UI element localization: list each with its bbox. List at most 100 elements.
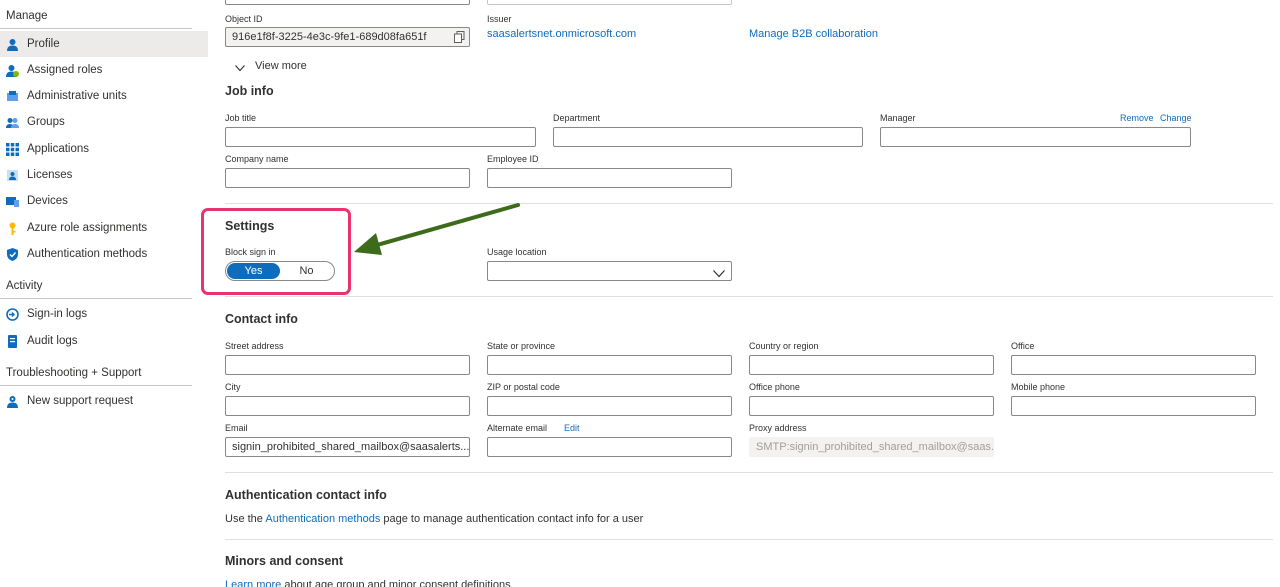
department-label: Department bbox=[553, 113, 601, 123]
divider bbox=[0, 28, 192, 29]
sidebar-item-licenses[interactable]: Licenses bbox=[0, 162, 208, 188]
sidebar: Manage Profile Assigned roles Administra… bbox=[0, 0, 208, 587]
manager-input[interactable] bbox=[880, 127, 1191, 147]
office-input[interactable] bbox=[1011, 355, 1256, 375]
sidebar-item-label: Devices bbox=[27, 195, 68, 207]
key-icon bbox=[6, 222, 19, 235]
zip-input[interactable] bbox=[487, 396, 732, 416]
proxy-address-field: SMTP:signin_prohibited_shared_mailbox@sa… bbox=[749, 437, 994, 457]
manage-b2b-link[interactable]: Manage B2B collaboration bbox=[749, 28, 878, 40]
auth-contact-text-post: page to manage authentication contact in… bbox=[383, 513, 644, 525]
street-address-label: Street address bbox=[225, 341, 284, 351]
job-info-heading: Job info bbox=[225, 84, 274, 98]
mobile-phone-input[interactable] bbox=[1011, 396, 1256, 416]
street-address-input[interactable] bbox=[225, 355, 470, 375]
sidebar-item-administrative-units[interactable]: Administrative units bbox=[0, 83, 208, 109]
roles-icon bbox=[6, 64, 19, 77]
divider bbox=[225, 296, 1273, 297]
divider bbox=[225, 539, 1273, 540]
copy-icon[interactable] bbox=[454, 31, 465, 46]
sidebar-item-assigned-roles[interactable]: Assigned roles bbox=[0, 57, 208, 83]
sidebar-item-azure-role-assignments[interactable]: Azure role assignments bbox=[0, 215, 208, 241]
sidebar-item-profile[interactable]: Profile bbox=[0, 31, 208, 57]
audit-logs-icon bbox=[6, 334, 19, 348]
license-icon bbox=[6, 169, 19, 182]
sidebar-item-label: Authentication methods bbox=[27, 248, 148, 260]
section-title-activity: Activity bbox=[6, 280, 43, 292]
manager-remove-link[interactable]: Remove bbox=[1120, 113, 1154, 123]
cut-off-field[interactable] bbox=[225, 0, 470, 5]
sidebar-item-label: Applications bbox=[27, 143, 90, 155]
state-input[interactable] bbox=[487, 355, 732, 375]
proxy-address-value: SMTP:signin_prohibited_shared_mailbox@sa… bbox=[756, 441, 994, 453]
email-field[interactable]: signin_prohibited_shared_mailbox@saasale… bbox=[225, 437, 470, 457]
sidebar-item-label: New support request bbox=[27, 395, 134, 407]
chevron-down-icon[interactable] bbox=[235, 61, 245, 75]
sidebar-item-label: Assigned roles bbox=[27, 64, 103, 76]
apps-grid-icon bbox=[6, 142, 19, 156]
minors-heading: Minors and consent bbox=[225, 554, 344, 568]
object-id-field[interactable]: 916e1f8f-3225-4e3c-9fe1-689d08fa651f bbox=[225, 27, 470, 47]
auth-contact-text: Use the Authentication methods page to m… bbox=[225, 513, 643, 525]
authentication-methods-link[interactable]: Authentication methods bbox=[265, 513, 380, 525]
city-input[interactable] bbox=[225, 396, 470, 416]
sidebar-item-label: Profile bbox=[27, 38, 60, 50]
sidebar-item-label: Sign-in logs bbox=[27, 308, 88, 320]
department-input[interactable] bbox=[553, 127, 863, 147]
sidebar-item-groups[interactable]: Groups bbox=[0, 109, 208, 135]
sidebar-item-audit-logs[interactable]: Audit logs bbox=[0, 328, 208, 354]
sidebar-item-label: Licenses bbox=[27, 169, 73, 181]
minors-text: Learn more about age group and minor con… bbox=[225, 579, 511, 587]
sidebar-item-devices[interactable]: Devices bbox=[0, 188, 208, 214]
job-title-label: Job title bbox=[225, 113, 257, 123]
alternate-email-input[interactable] bbox=[487, 437, 732, 457]
office-phone-input[interactable] bbox=[749, 396, 994, 416]
employee-id-label: Employee ID bbox=[487, 154, 539, 164]
sidebar-item-new-support-request[interactable]: New support request bbox=[0, 388, 208, 414]
divider bbox=[0, 298, 192, 299]
learn-more-link[interactable]: Learn more bbox=[225, 579, 281, 587]
employee-id-input[interactable] bbox=[487, 168, 732, 188]
view-more-button[interactable]: View more bbox=[255, 60, 307, 72]
manager-change-link[interactable]: Change bbox=[1160, 113, 1192, 123]
company-name-input[interactable] bbox=[225, 168, 470, 188]
issuer-label: Issuer bbox=[487, 14, 512, 24]
groups-icon bbox=[6, 116, 19, 129]
manager-label: Manager bbox=[880, 113, 916, 123]
highlight-box bbox=[201, 208, 351, 295]
sidebar-item-label: Azure role assignments bbox=[27, 222, 148, 234]
sidebar-item-label: Groups bbox=[27, 116, 65, 128]
mobile-phone-label: Mobile phone bbox=[1011, 382, 1066, 392]
object-id-value: 916e1f8f-3225-4e3c-9fe1-689d08fa651f bbox=[232, 31, 427, 43]
auth-contact-text-pre: Use the bbox=[225, 513, 263, 525]
sidebar-item-applications[interactable]: Applications bbox=[0, 136, 208, 162]
issuer-link[interactable]: saasalertsnet.onmicrosoft.com bbox=[487, 28, 636, 40]
company-name-label: Company name bbox=[225, 154, 289, 164]
country-input[interactable] bbox=[749, 355, 994, 375]
shield-icon bbox=[6, 247, 19, 261]
sidebar-item-sign-in-logs[interactable]: Sign-in logs bbox=[0, 301, 208, 327]
admin-units-icon bbox=[6, 90, 19, 103]
email-label: Email bbox=[225, 423, 248, 433]
section-title-manage: Manage bbox=[6, 10, 48, 22]
office-label: Office bbox=[1011, 341, 1035, 351]
alternate-email-edit-link[interactable]: Edit bbox=[564, 423, 580, 433]
person-icon bbox=[6, 38, 19, 51]
cut-off-field[interactable] bbox=[487, 0, 732, 5]
sidebar-item-authentication-methods[interactable]: Authentication methods bbox=[0, 241, 208, 267]
alternate-email-label: Alternate email bbox=[487, 423, 548, 433]
annotation-arrow bbox=[354, 203, 520, 255]
auth-contact-heading: Authentication contact info bbox=[225, 488, 387, 502]
job-title-input[interactable] bbox=[225, 127, 536, 147]
country-label: Country or region bbox=[749, 341, 819, 351]
section-title-troubleshooting: Troubleshooting + Support bbox=[6, 367, 142, 379]
divider bbox=[225, 472, 1273, 473]
sidebar-item-label: Audit logs bbox=[27, 335, 78, 347]
sidebar-item-label: Administrative units bbox=[27, 90, 127, 102]
minors-text-post: about age group and minor consent defini… bbox=[284, 579, 511, 587]
state-label: State or province bbox=[487, 341, 556, 351]
object-id-label: Object ID bbox=[225, 14, 263, 24]
office-phone-label: Office phone bbox=[749, 382, 800, 392]
contact-info-heading: Contact info bbox=[225, 312, 298, 326]
devices-icon bbox=[6, 195, 19, 208]
